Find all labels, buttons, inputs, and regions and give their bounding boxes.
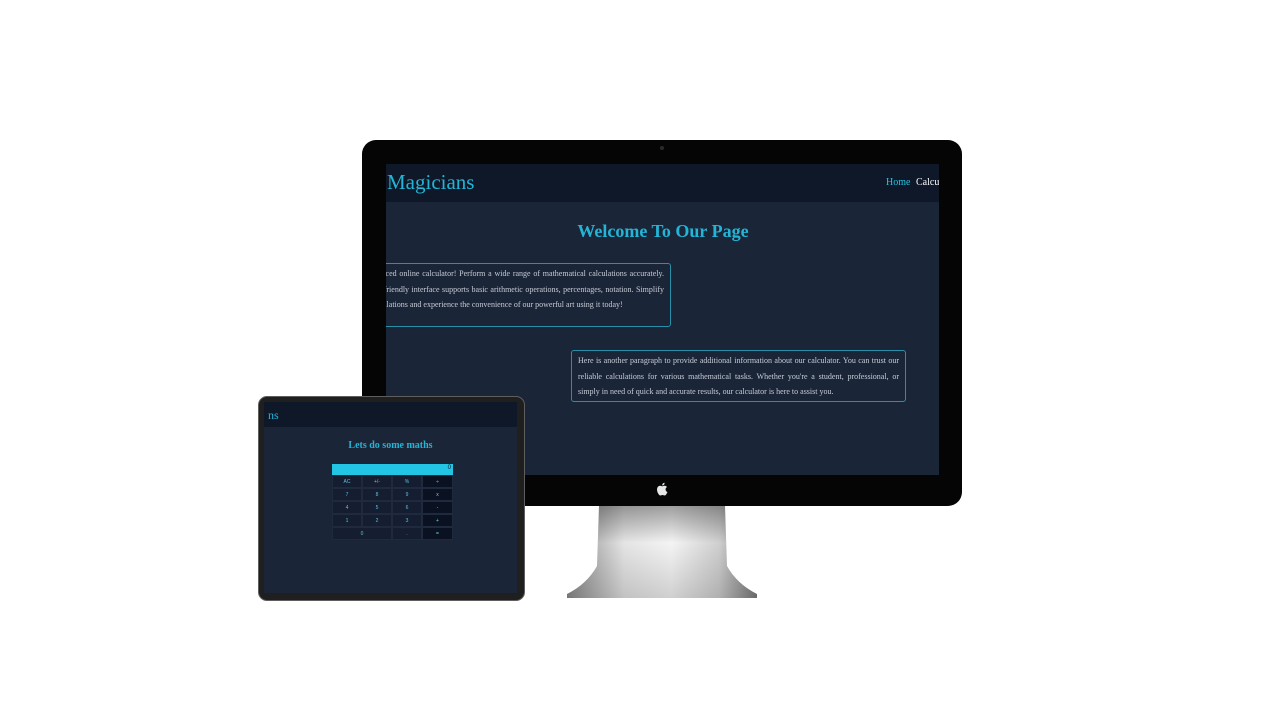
key-multiply[interactable]: x <box>422 488 453 501</box>
key-6[interactable]: 6 <box>392 501 422 514</box>
key-plus[interactable]: + <box>422 514 453 527</box>
navbar: Magicians Home Calcul <box>386 164 939 202</box>
monitor-stand <box>567 506 757 598</box>
key-0[interactable]: 0 <box>332 527 392 540</box>
tablet-navbar: ns <box>264 402 517 427</box>
tablet-screen: ns Lets do some maths 0 AC +/- % ÷ 7 8 9… <box>264 402 517 593</box>
tablet-brand-logo[interactable]: ns <box>268 408 279 423</box>
key-percent[interactable]: % <box>392 475 422 488</box>
camera-dot <box>660 146 664 150</box>
calculator-heading: Lets do some maths <box>348 440 433 451</box>
tablet-frame: ns Lets do some maths 0 AC +/- % ÷ 7 8 9… <box>258 396 525 601</box>
key-2[interactable]: 2 <box>362 514 392 527</box>
info-box-1: our advanced online calculator! Perform … <box>386 263 671 327</box>
key-5[interactable]: 5 <box>362 501 392 514</box>
key-ac[interactable]: AC <box>332 475 362 488</box>
key-7[interactable]: 7 <box>332 488 362 501</box>
key-8[interactable]: 8 <box>362 488 392 501</box>
key-9[interactable]: 9 <box>392 488 422 501</box>
calculator-display: 0 <box>332 464 453 475</box>
apple-logo-icon <box>657 482 668 496</box>
nav-link-calculator[interactable]: Calcul <box>916 177 939 188</box>
display-value: 0 <box>447 465 451 471</box>
nav-link-home[interactable]: Home <box>886 177 910 188</box>
key-equals[interactable]: = <box>422 527 453 540</box>
key-divide[interactable]: ÷ <box>422 475 453 488</box>
info-box-2: Here is another paragraph to provide add… <box>571 350 906 402</box>
key-dot[interactable]: . <box>392 527 422 540</box>
key-minus[interactable]: - <box>422 501 453 514</box>
calculator: 0 AC +/- % ÷ 7 8 9 x 4 5 6 - 1 2 3 + 0 .… <box>332 464 453 541</box>
page-title: Welcome To Our Page <box>577 221 749 241</box>
brand-logo[interactable]: Magicians <box>387 170 474 195</box>
key-plus-minus[interactable]: +/- <box>362 475 392 488</box>
key-3[interactable]: 3 <box>392 514 422 527</box>
key-1[interactable]: 1 <box>332 514 362 527</box>
key-4[interactable]: 4 <box>332 501 362 514</box>
intro-paragraph: our advanced online calculator! Perform … <box>386 269 664 309</box>
secondary-paragraph: Here is another paragraph to provide add… <box>578 356 899 396</box>
